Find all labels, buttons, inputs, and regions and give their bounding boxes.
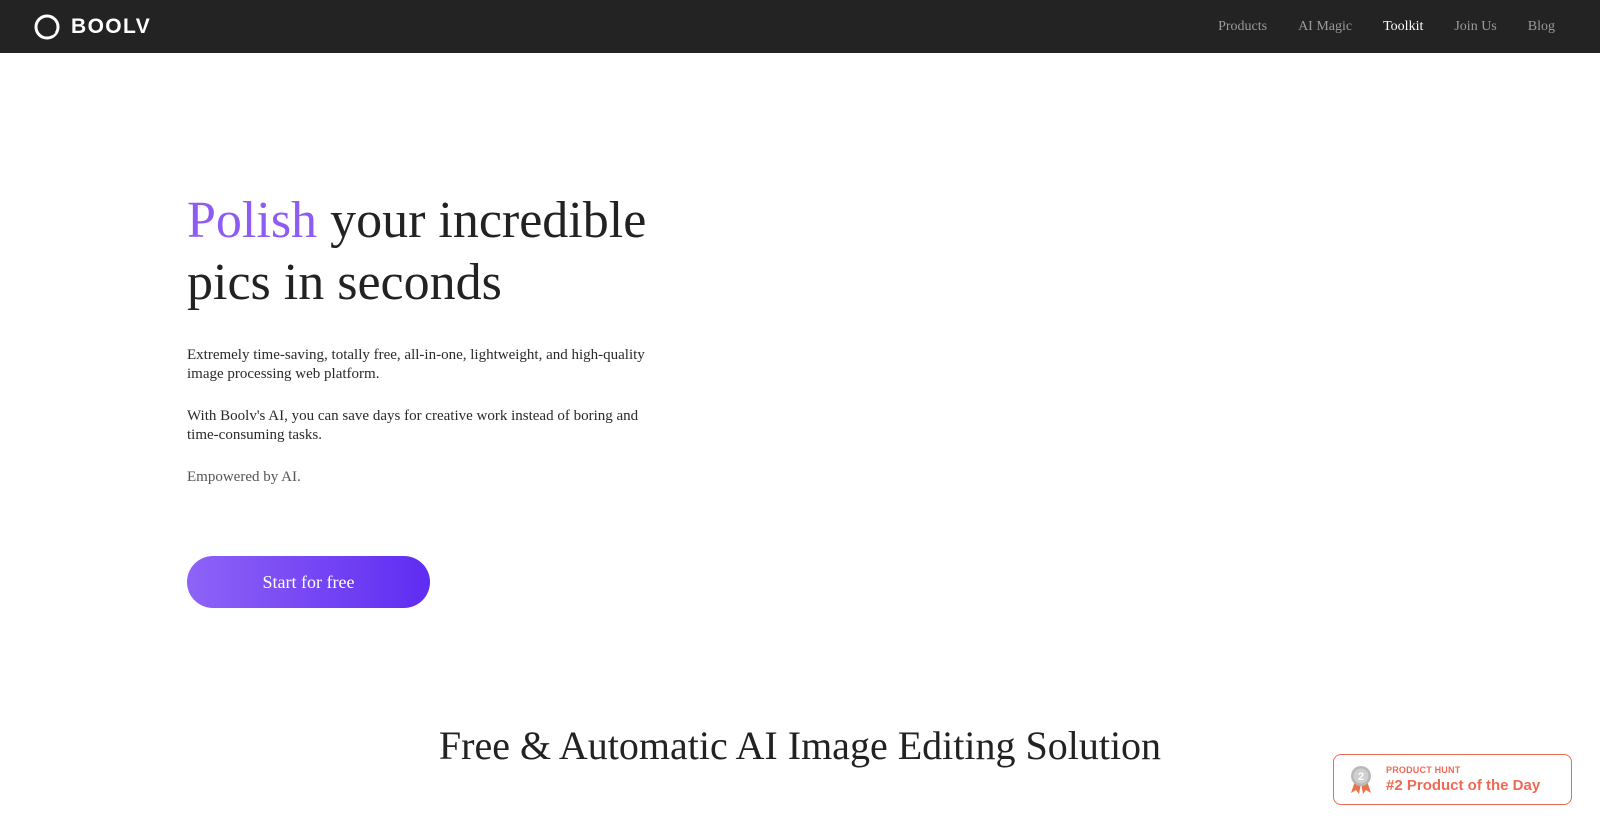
boolv-logo-icon bbox=[34, 14, 60, 39]
brand-name: BOOLV bbox=[71, 14, 152, 38]
hero-ai-description: With Boolv's AI, you can save days for c… bbox=[187, 408, 639, 443]
medal-number: 2 bbox=[1358, 771, 1364, 783]
product-hunt-badge[interactable]: 2 PRODUCT HUNT #2 Product of the Day bbox=[1333, 754, 1572, 805]
start-for-free-button[interactable]: Start for free bbox=[187, 556, 430, 608]
top-navbar: BOOLV Products AI Magic Toolkit Join Us … bbox=[0, 0, 1600, 53]
product-hunt-rank: #2 Product of the Day bbox=[1386, 777, 1541, 794]
product-hunt-text: PRODUCT HUNT #2 Product of the Day bbox=[1386, 765, 1540, 794]
hero-title-accent: Polish bbox=[187, 192, 318, 249]
hero-empowered-text: Empowered by AI. bbox=[187, 469, 301, 485]
main-nav: Products AI Magic Toolkit Join Us Blog bbox=[1187, 19, 1555, 35]
nav-item-join-us[interactable]: Join Us bbox=[1454, 19, 1496, 35]
hero-section: Polish your incredible pics in seconds E… bbox=[187, 190, 687, 487]
nav-item-blog[interactable]: Blog bbox=[1528, 19, 1555, 35]
nav-item-products[interactable]: Products bbox=[1218, 19, 1267, 35]
hero-description: Extremely time-saving, totally free, all… bbox=[187, 347, 645, 382]
nav-item-toolkit[interactable]: Toolkit bbox=[1383, 19, 1423, 35]
nav-item-ai-magic[interactable]: AI Magic bbox=[1298, 19, 1352, 35]
product-hunt-label: PRODUCT HUNT bbox=[1386, 765, 1461, 775]
brand[interactable]: BOOLV bbox=[34, 14, 151, 40]
hero-title: Polish your incredible pics in seconds bbox=[187, 190, 687, 314]
medal-icon: 2 bbox=[1351, 765, 1371, 794]
